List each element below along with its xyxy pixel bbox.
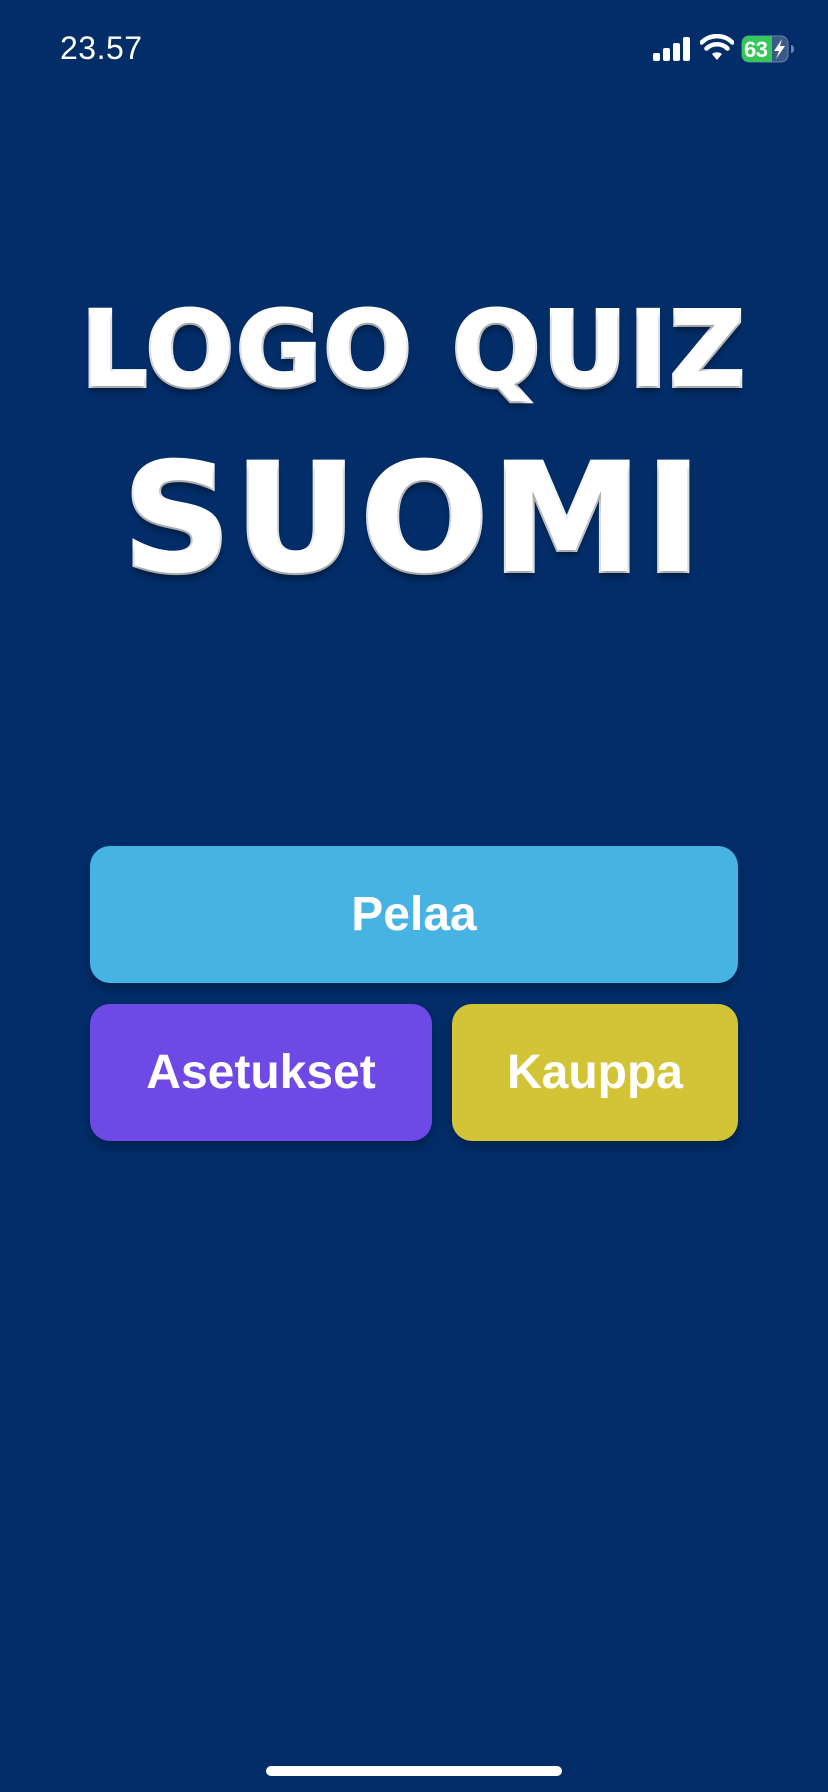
battery-level-text: 63 [744, 37, 768, 62]
play-button[interactable]: Pelaa [90, 846, 738, 983]
home-indicator[interactable] [266, 1766, 562, 1776]
app-logo: LOGO QUIZ SUOMI [76, 285, 752, 615]
settings-button[interactable]: Asetukset [90, 1004, 432, 1141]
status-time: 23.57 [60, 30, 143, 66]
logo-title-line1: LOGO QUIZ [79, 287, 747, 413]
signal-icon [653, 37, 690, 61]
logo-title-line2: SUOMI [121, 433, 706, 607]
shop-button[interactable]: Kauppa [452, 1004, 738, 1141]
wifi-icon [700, 34, 734, 60]
shop-button-label: Kauppa [506, 1046, 683, 1099]
play-button-label: Pelaa [351, 888, 477, 941]
settings-button-label: Asetukset [146, 1046, 376, 1099]
status-bar: 23.57 63 [0, 0, 828, 100]
